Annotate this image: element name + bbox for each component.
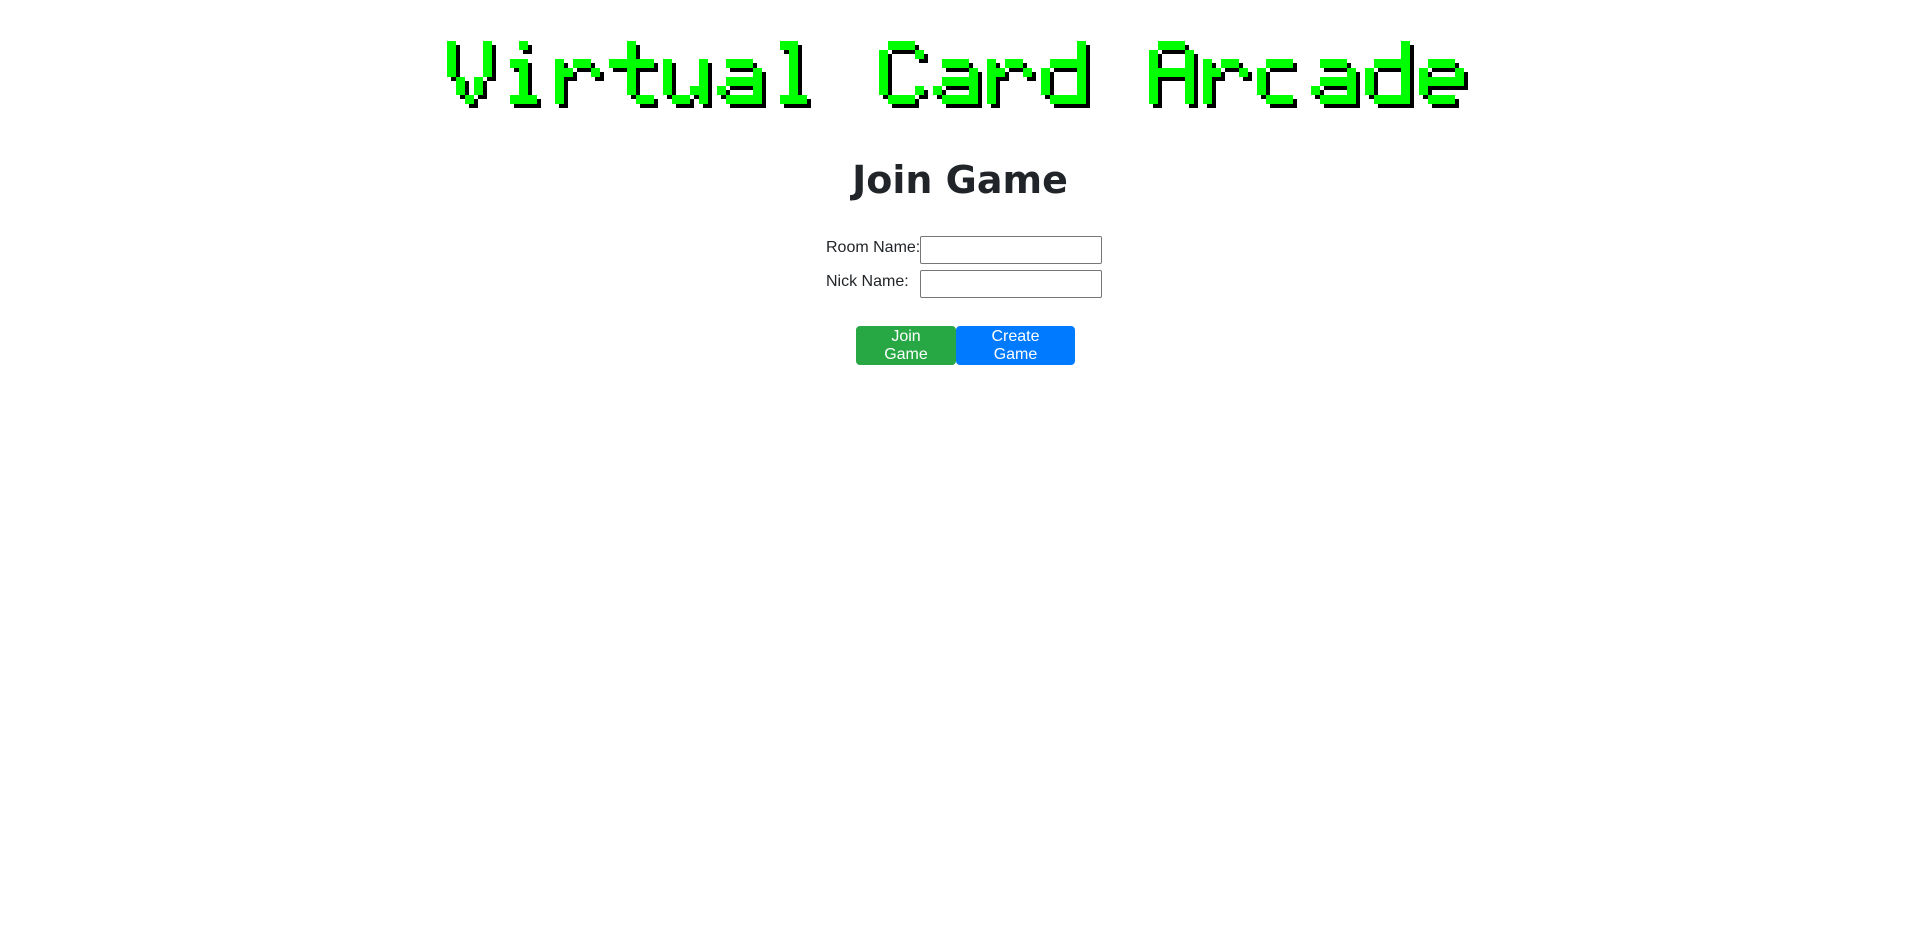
nick-name-input[interactable] — [920, 270, 1102, 298]
room-name-label: Room Name: — [826, 239, 921, 256]
virtual-card-arcade-logo — [447, 41, 1468, 108]
nick-name-row: Nick Name: — [826, 270, 1102, 298]
page-title: Join Game — [852, 158, 1068, 202]
create-game-button[interactable]: Create Game — [956, 326, 1075, 365]
join-game-button[interactable]: Join Game — [856, 326, 956, 365]
room-name-input[interactable] — [920, 236, 1102, 264]
room-name-row: Room Name: — [826, 236, 1102, 264]
action-buttons: Join Game Create Game — [856, 326, 1075, 365]
nick-name-label: Nick Name: — [826, 273, 909, 290]
site-banner — [0, 28, 1920, 128]
